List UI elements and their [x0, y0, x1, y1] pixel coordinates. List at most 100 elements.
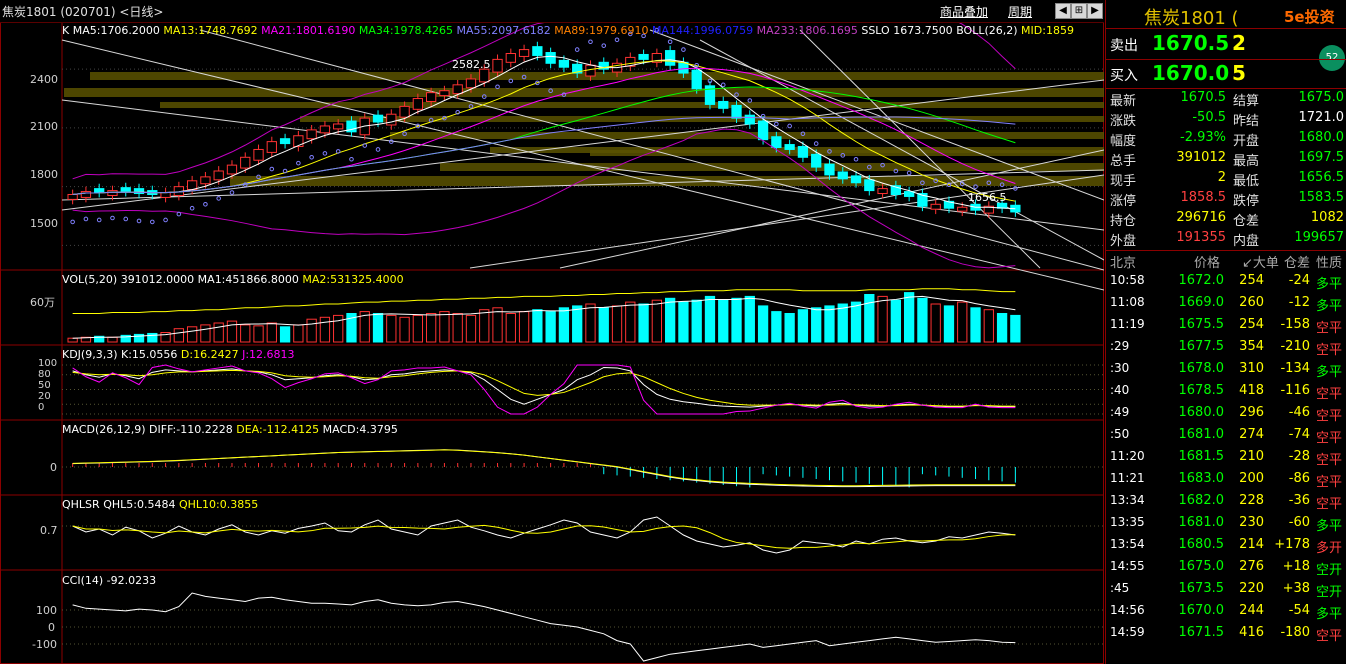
- volume-bar: [625, 301, 636, 343]
- trade-row[interactable]: 13:34 1682.0 228 -36 空平: [1106, 493, 1346, 515]
- trade-row[interactable]: 11:21 1683.0 200 -86 空平: [1106, 471, 1346, 493]
- trade-price: 1675.5: [1178, 317, 1225, 332]
- high-marker: 2582.5: [452, 58, 491, 71]
- trade-row[interactable]: 11:19 1675.5 254 -158 空平: [1106, 317, 1346, 339]
- candle-body: [824, 163, 835, 176]
- volume-bar: [850, 301, 862, 343]
- trade-oi-change: +18: [1282, 559, 1310, 574]
- quote-label: 开盘: [1233, 134, 1260, 149]
- trade-type: 多平: [1316, 607, 1343, 622]
- quote-value: 1675.0: [1298, 90, 1345, 105]
- trade-volume: 220: [1239, 581, 1264, 596]
- overlay-link[interactable]: 商品叠加: [940, 3, 988, 20]
- volume-bar: [67, 337, 78, 343]
- quote-value: 1680.0: [1298, 130, 1345, 145]
- candle-body: [532, 46, 543, 56]
- volume-bar: [664, 297, 676, 343]
- ask-price: 1670.5: [1152, 31, 1230, 55]
- trade-type: 空平: [1316, 453, 1343, 468]
- volume-bar: [518, 311, 530, 343]
- quote-value: 2: [1217, 170, 1226, 185]
- trade-volume: 244: [1239, 603, 1264, 618]
- ask-row[interactable]: 卖出 1670.5 2: [1106, 29, 1346, 59]
- trade-row[interactable]: :45 1673.5 220 +38 空开: [1106, 581, 1346, 603]
- trade-volume: 254: [1239, 273, 1264, 288]
- candle-body: [279, 138, 291, 145]
- trade-row[interactable]: 11:08 1669.0 260 -12 多平: [1106, 295, 1346, 317]
- bid-row[interactable]: 买入 1670.0 5: [1106, 59, 1346, 89]
- ma-legend-item: MID:1859: [1021, 24, 1074, 37]
- sar-dot: [375, 147, 381, 152]
- trade-row[interactable]: 14:56 1670.0 244 -54 多平: [1106, 603, 1346, 625]
- volume-bar: [704, 295, 716, 343]
- quote-label: 最新: [1110, 94, 1137, 109]
- period-link[interactable]: 周期: [1008, 3, 1032, 20]
- trade-time: 11:19: [1110, 317, 1145, 331]
- volume-bar: [333, 314, 344, 343]
- sar-dot: [853, 156, 859, 162]
- volume-bar: [930, 303, 941, 343]
- quote-label: 现手: [1110, 174, 1137, 189]
- volume-bar: [837, 303, 848, 343]
- volume-bar: [691, 299, 702, 343]
- volume-bar: [824, 305, 835, 343]
- trade-time: 10:58: [1110, 273, 1145, 287]
- trade-row[interactable]: :40 1678.5 418 -116 空平: [1106, 383, 1346, 405]
- sar-dot: [83, 216, 89, 222]
- candle-body: [850, 175, 862, 184]
- macd-y-tick: 0: [50, 461, 57, 474]
- quote-label: 内盘: [1233, 234, 1260, 249]
- chart-area[interactable]: 焦炭1801 (020701) <日线> 商品叠加 周期 ◀ ⊞ ▶ K MA5…: [0, 0, 1104, 664]
- ma-legend-item: MA233:1806.1695: [756, 24, 862, 37]
- quote-label: 持仓: [1110, 214, 1137, 229]
- trade-row[interactable]: 13:54 1680.5 214 +178 多开: [1106, 537, 1346, 559]
- trade-row[interactable]: :50 1681.0 274 -74 空平: [1106, 427, 1346, 449]
- candle-body: [864, 179, 875, 192]
- sar-dot: [163, 217, 168, 223]
- sar-dot: [601, 43, 607, 48]
- quote-row: 持仓 296716 仓差 1082: [1106, 210, 1346, 230]
- sar-dot: [349, 156, 354, 162]
- trade-row[interactable]: :30 1678.0 310 -134 多平: [1106, 361, 1346, 383]
- volume-bar: [452, 313, 463, 343]
- trade-oi-change: -74: [1288, 427, 1310, 442]
- volume-bar: [757, 305, 769, 343]
- right-arrow-icon[interactable]: ▶: [1087, 3, 1103, 19]
- ma-legend-item: MA5:1706.2000: [72, 24, 164, 37]
- kdj-y-ticks: 100 80 50 20 0: [38, 358, 58, 413]
- left-arrow-icon[interactable]: ◀: [1055, 3, 1071, 19]
- volume-bar: [107, 336, 118, 343]
- panel-title: 焦炭1801 (: [1144, 8, 1239, 29]
- candle-body: [386, 113, 397, 126]
- trade-row[interactable]: 13:35 1681.0 230 -60 多平: [1106, 515, 1346, 537]
- trade-row[interactable]: 14:59 1671.5 416 -180 空平: [1106, 625, 1346, 647]
- volume-bar: [678, 301, 689, 343]
- sar-dot: [296, 160, 301, 166]
- trend-line: [61, 79, 1104, 211]
- maximize-icon[interactable]: ⊞: [1071, 3, 1087, 19]
- sar-dot: [574, 47, 580, 52]
- volume-bar: [399, 316, 410, 343]
- trade-price: 1675.0: [1178, 559, 1225, 574]
- sar-dot: [70, 219, 75, 225]
- volume-bar: [611, 305, 623, 343]
- trade-row[interactable]: 10:58 1672.0 254 -24 多平: [1106, 273, 1346, 295]
- vol-y-tick: 60万: [30, 296, 55, 309]
- trade-oi-change: -210: [1280, 339, 1310, 354]
- trade-row[interactable]: :49 1680.0 296 -46 空平: [1106, 405, 1346, 427]
- trade-row[interactable]: 14:55 1675.0 276 +18 空开: [1106, 559, 1346, 581]
- y-tick-2100: 2100: [30, 120, 58, 133]
- candle-body: [877, 188, 888, 195]
- candle-body: [518, 49, 530, 57]
- trade-row[interactable]: :29 1677.5 354 -210 空平: [1106, 339, 1346, 361]
- trade-oi-change: -54: [1288, 603, 1310, 618]
- trade-oi-change: -86: [1288, 471, 1310, 486]
- chart-canvas[interactable]: [0, 0, 1104, 664]
- trade-type: 空平: [1316, 343, 1343, 358]
- sar-dot: [136, 218, 142, 224]
- kdj-label: KDJ(9,3,3) K:15.0556 D:16.2427 J:12.6813: [62, 348, 295, 361]
- volume-bar: [996, 313, 1008, 343]
- quote-label: 最低: [1233, 174, 1260, 189]
- quote-label: 总手: [1110, 154, 1137, 169]
- trade-row[interactable]: 11:20 1681.5 210 -28 空平: [1106, 449, 1346, 471]
